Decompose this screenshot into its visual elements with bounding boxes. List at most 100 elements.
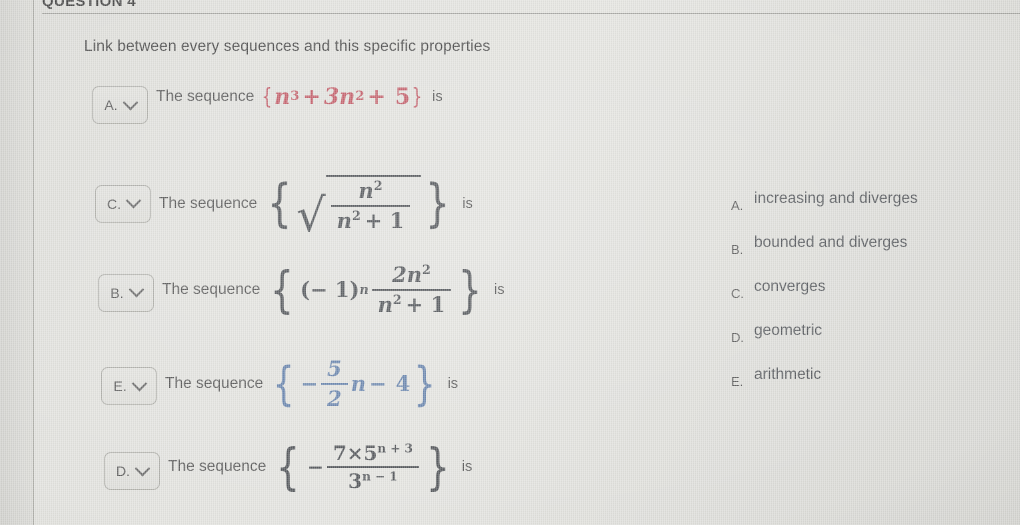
formula-row-3: { (− 1) n 2n2 n2 + 1 } <box>270 260 483 319</box>
chevron-down-icon <box>128 281 144 298</box>
denominator-base: 3 <box>348 469 363 494</box>
chevron-down-icon <box>134 460 151 477</box>
chevron-down-icon <box>125 192 142 209</box>
answer-option: C. converges <box>731 274 1001 318</box>
formula-row-2: { √ n2 n2 + 1 } <box>267 173 451 242</box>
chevron-down-icon <box>122 94 138 110</box>
numerator-exponent: 2 <box>373 178 383 193</box>
constant-4: 4 <box>395 371 411 397</box>
answer-dropdown-row-4[interactable]: E. <box>101 367 157 406</box>
term-5: 5 <box>394 84 411 110</box>
answer-dropdown-row-1[interactable]: A. <box>92 86 148 124</box>
sequence-lead-text: The sequence <box>162 280 261 298</box>
header-divider <box>42 13 1020 14</box>
answer-option: E. arithmetic <box>731 362 1001 406</box>
denominator-exponent: 2 <box>351 207 361 223</box>
option-label: increasing and diverges <box>754 190 918 207</box>
fraction-bar <box>330 204 411 207</box>
operator-plus: + <box>302 84 321 110</box>
fraction-denominator: 3n − 1 <box>342 470 403 492</box>
option-label: converges <box>754 278 826 295</box>
leading-minus: − <box>307 455 324 480</box>
sequence-lead-text: The sequence <box>156 88 255 105</box>
fraction-denominator: n2 + 1 <box>331 207 411 233</box>
sequence-lead-text: The sequence <box>159 194 258 212</box>
question-number-heading: QUESTION 4 <box>42 0 136 10</box>
fraction-denominator: n2 + 1 <box>372 291 452 317</box>
option-label: bounded and diverges <box>754 234 908 251</box>
numerator-exponent: n + 3 <box>377 441 413 456</box>
sequence-row: A. The sequence { n3 + 3n 2 + 5 } is <box>92 84 443 124</box>
sequence-row: C. The sequence { √ n2 n2 + 1 } is <box>95 173 473 242</box>
sign-factor: (− 1) <box>300 277 360 303</box>
operator-minus: − <box>369 371 387 397</box>
question-page: QUESTION 4 Link between every sequences … <box>0 0 1020 525</box>
answer-dropdown-row-5[interactable]: D. <box>104 452 160 491</box>
sequence-lead-text: The sequence <box>165 374 264 392</box>
sequence-trail-text: is <box>462 195 473 212</box>
denominator-exponent: n − 1 <box>362 469 398 484</box>
sequence-trail-text: is <box>494 281 505 298</box>
sequence-row: B. The sequence { (− 1) n 2n2 n2 + 1 } is <box>98 263 505 316</box>
fraction-numerator: 7×5n + 3 <box>327 442 419 464</box>
denominator-base: n <box>336 207 352 233</box>
sequence-row: E. The sequence { − 5 2 n − 4 } is <box>101 357 459 410</box>
answer-option: D. geometric <box>731 318 1001 362</box>
radical-sign: √ <box>296 187 326 242</box>
denominator-tail: + 1 <box>364 207 405 233</box>
answer-option: B. bounded and diverges <box>731 230 1001 274</box>
option-letter: C. <box>731 286 744 301</box>
panel-edge-divider <box>33 0 34 525</box>
operator-plus-2: + <box>367 84 386 110</box>
option-letter: B. <box>731 242 744 257</box>
sequence-trail-text: is <box>432 89 443 105</box>
sequence-trail-text: is <box>447 375 459 392</box>
fraction-bar <box>326 466 419 469</box>
answer-option: A. increasing and diverges <box>731 186 1001 230</box>
answer-dropdown-row-2[interactable]: C. <box>95 184 151 223</box>
fraction-bar <box>371 288 452 291</box>
denominator-tail: + 1 <box>405 291 446 317</box>
numerator-base: 7×5 <box>332 441 378 465</box>
term-3n: 3n <box>323 84 356 110</box>
radicand: n2 n2 + 1 <box>325 175 422 233</box>
page-left-margin <box>0 0 33 525</box>
fraction: 2n2 n2 + 1 <box>371 263 452 317</box>
option-label: geometric <box>754 322 823 339</box>
numerator-exponent: 2 <box>421 262 431 277</box>
dropdown-selected-value: D. <box>116 463 130 480</box>
sequence-lead-text: The sequence <box>168 458 267 476</box>
leading-minus: − <box>300 371 319 397</box>
dropdown-selected-value: C. <box>107 195 121 212</box>
square-root-group: √ n2 n2 + 1 <box>296 175 422 242</box>
fraction-denominator: 2 <box>327 385 342 411</box>
question-prompt: Link between every sequences and this sp… <box>84 38 491 55</box>
variable-n: n <box>350 371 367 397</box>
formula-row-4: { − 5 2 n − 4 } <box>272 356 436 411</box>
option-letter: A. <box>731 198 744 213</box>
denominator-exponent: 2 <box>392 291 402 307</box>
numerator-base: 2n <box>392 262 422 287</box>
sequence-trail-text: is <box>461 459 473 476</box>
dropdown-selected-value: B. <box>110 284 124 301</box>
formula-row-1: { n3 + 3n 2 + 5 } <box>262 84 423 110</box>
formula-row-5: { − 7×5n + 3 3n − 1 } <box>276 438 450 497</box>
option-letter: E. <box>731 374 744 389</box>
dropdown-selected-value: A. <box>104 97 118 113</box>
term-n: n <box>274 84 291 110</box>
fraction: 5 2 <box>321 357 348 410</box>
brace-open: { <box>262 84 273 110</box>
denominator-base: n <box>377 291 393 317</box>
fraction-numerator: 2n2 <box>386 263 437 287</box>
fraction-numerator: n2 <box>352 179 388 203</box>
option-letter: D. <box>731 330 744 345</box>
fraction-numerator: 5 <box>327 356 342 381</box>
fraction-bar <box>321 382 348 385</box>
numerator-base: n <box>358 178 374 203</box>
option-label: arithmetic <box>754 366 822 383</box>
answer-options-list: A. increasing and diverges B. bounded an… <box>731 186 1001 406</box>
answer-dropdown-row-3[interactable]: B. <box>98 273 154 312</box>
brace-close: } <box>411 84 423 110</box>
chevron-down-icon <box>131 375 147 391</box>
fraction: n2 n2 + 1 <box>330 179 411 233</box>
